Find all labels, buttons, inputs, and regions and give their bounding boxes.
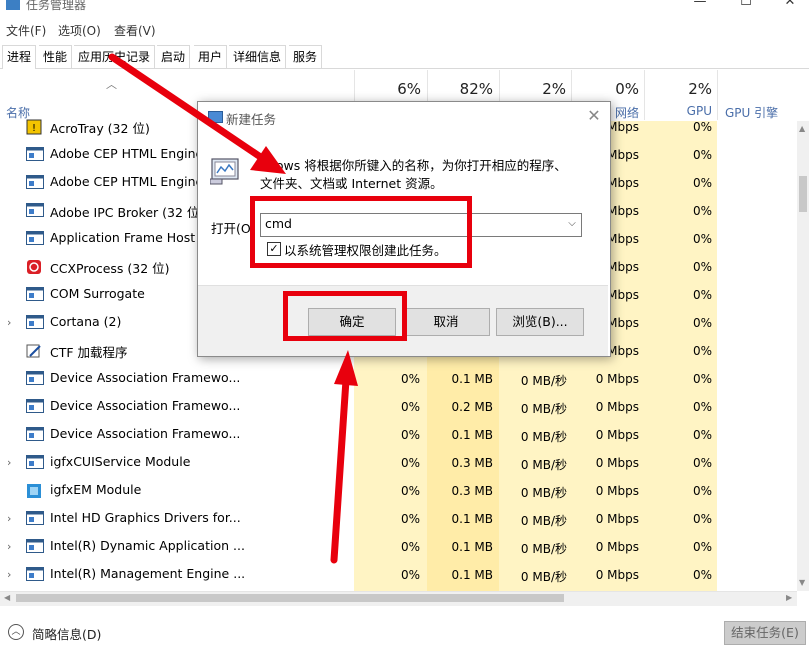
annotation-arrows	[108, 53, 358, 564]
annotation-arrow-top	[108, 53, 286, 174]
annotation-arrow-bottom	[330, 350, 358, 564]
